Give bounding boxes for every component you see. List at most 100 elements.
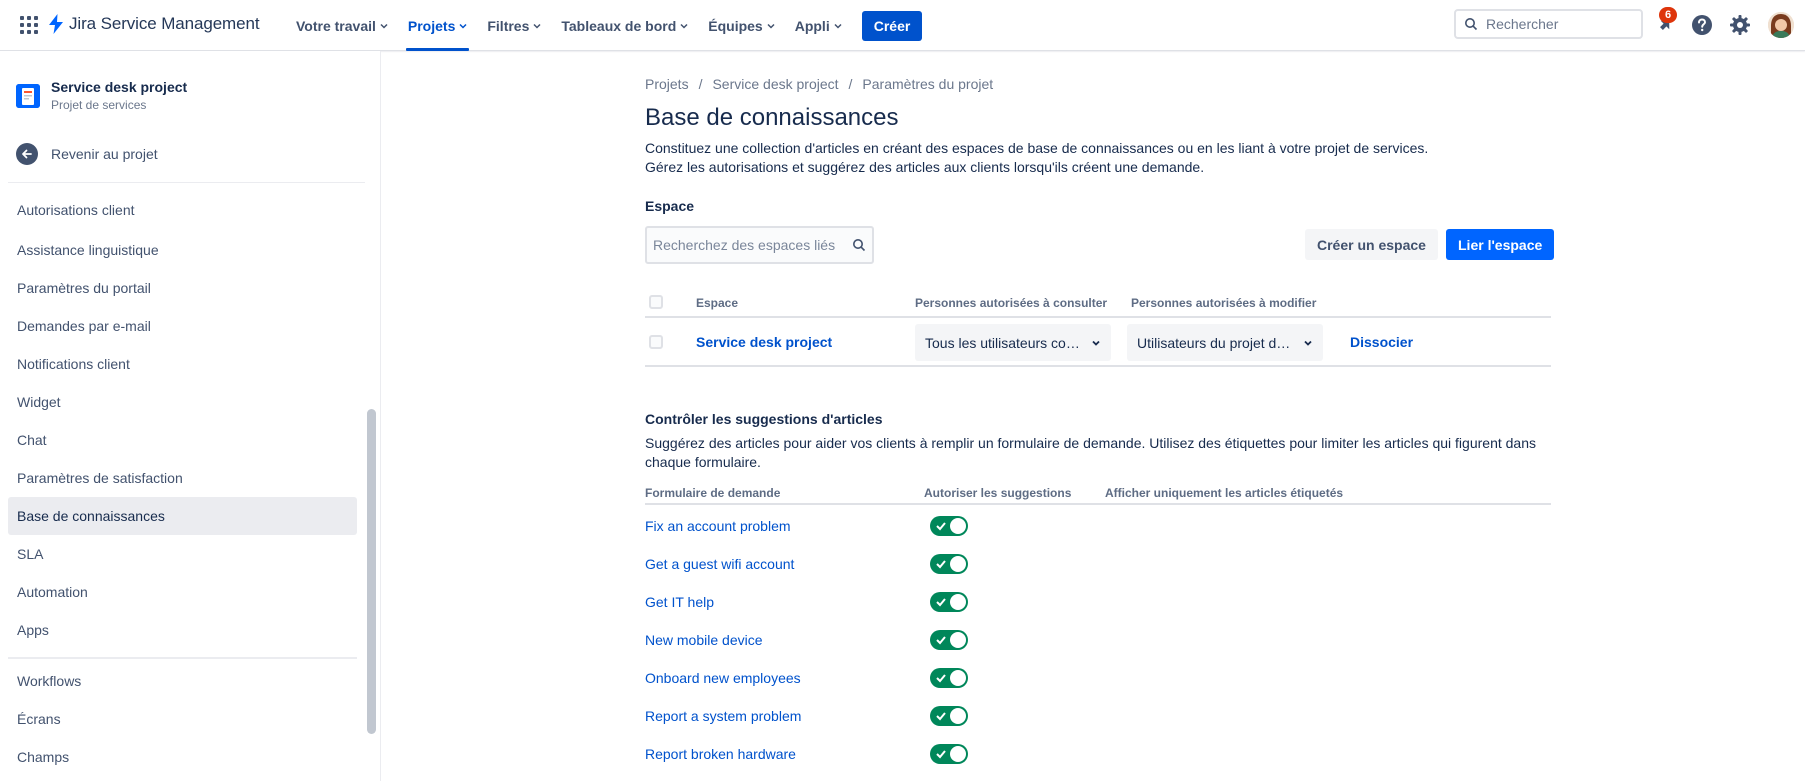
description-line: Gérez les autorisations et suggérez des … [645,159,1205,175]
sidebar-divider [8,657,357,659]
back-to-project-link[interactable]: Revenir au projet [16,143,158,165]
sidebar-item-customer-notifications[interactable]: Notifications client [8,345,357,383]
nav-dashboards[interactable]: Tableaux de bord [551,0,698,51]
chevron-down-icon [1092,340,1100,346]
nav-item-label: Tableaux de bord [561,17,677,34]
suggestions-description-line: chaque formulaire. [645,454,761,470]
toggle-knob [950,632,966,648]
sidebar-item-customer-permissions[interactable]: Autorisations client [8,191,357,229]
global-search-input[interactable]: Rechercher [1454,9,1643,39]
top-navigation: Jira Service Management Votre travail Pr… [0,0,1805,51]
help-button[interactable] [1690,13,1714,37]
column-header-labeled-only: Afficher uniquement les articles étiquet… [1105,486,1344,500]
request-form-link[interactable]: Get IT help [645,594,714,610]
sidebar-item-email-requests[interactable]: Demandes par e-mail [8,307,357,345]
table-row: Get IT help [645,584,1551,622]
sidebar-item-knowledge-base[interactable]: Base de connaissances [8,497,357,535]
space-search-input[interactable]: Recherchez des espaces liés [645,226,874,264]
space-search-placeholder: Recherchez des espaces liés [653,237,836,253]
description-line: Constituez une collection d'articles en … [645,140,1429,156]
product-logo[interactable]: Jira Service Management [48,12,260,36]
suggestions-toggle[interactable] [930,668,968,688]
request-form-link[interactable]: Get a guest wifi account [645,556,794,572]
request-form-link[interactable]: Fix an account problem [645,518,791,534]
sidebar-item-satisfaction-settings[interactable]: Paramètres de satisfaction [8,459,357,497]
page-title: Base de connaissances [645,104,899,131]
nav-apps[interactable]: Appli [785,0,852,51]
sidebar-item-language-support[interactable]: Assistance linguistique [8,231,357,269]
column-header-view-permissions: Personnes autorisées à consulter [915,296,1108,310]
sidebar-item-portal-settings[interactable]: Paramètres du portail [8,269,357,307]
table-row: Onboard new employees [645,660,1551,698]
sidebar-item-widget[interactable]: Widget [8,383,357,421]
table-row: Service desk project Tous les utilisateu… [645,319,1551,367]
suggestions-description: Suggérez des articles pour aider vos cli… [645,434,1550,472]
breadcrumb-project-settings[interactable]: Paramètres du projet [862,76,993,92]
toggle-knob [950,556,966,572]
breadcrumb-project[interactable]: Service desk project [712,76,838,92]
nav-your-work[interactable]: Votre travail [286,0,398,51]
sidebar-item-workflows[interactable]: Workflows [8,662,357,700]
suggestions-toggle[interactable] [930,744,968,764]
toggle-knob [950,746,966,762]
create-button[interactable]: Créer [861,10,923,41]
arrow-left-icon [16,143,38,165]
breadcrumb: Projets / Service desk project / Paramèt… [645,76,993,92]
nav-teams[interactable]: Équipes [698,0,784,51]
nav-item-label: Projets [407,17,456,34]
chevron-down-icon [459,23,467,29]
suggestions-toggle[interactable] [930,554,968,574]
column-header-space: Espace [696,296,739,310]
nav-filters[interactable]: Filtres [477,0,551,51]
request-form-link[interactable]: Report a system problem [645,708,801,724]
suggestions-title: Contrôler les suggestions d'articles [645,411,883,427]
chevron-down-icon [533,23,541,29]
nav-projects[interactable]: Projets [398,0,477,51]
column-header-edit-permissions: Personnes autorisées à modifier [1131,296,1317,310]
search-icon [853,239,866,252]
suggestions-toggle[interactable] [930,630,968,650]
check-icon [936,750,946,759]
request-form-link[interactable]: Report broken hardware [645,746,796,762]
chevron-down-icon [1304,340,1312,346]
select-all-checkbox[interactable] [649,295,663,309]
row-checkbox[interactable] [649,335,663,349]
sidebar-scrollbar[interactable] [367,409,376,734]
avatar[interactable] [1768,12,1794,38]
sidebar-item-fields[interactable]: Champs [8,738,357,776]
create-space-button[interactable]: Créer un espace [1305,229,1438,260]
request-form-link[interactable]: New mobile device [645,632,763,648]
app-switcher-icon[interactable] [20,16,38,34]
help-icon [1692,15,1712,35]
sidebar-item-apps[interactable]: Apps [8,611,357,649]
search-placeholder: Rechercher [1486,16,1559,32]
project-type: Projet de services [51,98,147,112]
chevron-down-icon [380,23,388,29]
project-header[interactable]: Service desk project Projet de services [16,79,187,112]
suggestions-toggle[interactable] [930,706,968,726]
column-header-allow-suggestions: Autoriser les suggestions [924,486,1072,500]
sidebar-item-sla[interactable]: SLA [8,535,357,573]
toggle-knob [950,670,966,686]
settings-button[interactable] [1728,13,1752,37]
suggestions-toggle[interactable] [930,592,968,612]
toggle-knob [950,594,966,610]
table-row: Fix an account problem [645,508,1551,546]
suggestions-toggle[interactable] [930,516,968,536]
column-header-request-form: Formulaire de demande [645,486,781,500]
link-space-button[interactable]: Lier l'espace [1446,229,1555,260]
search-icon [1465,18,1478,31]
primary-nav: Votre travail Projets Filtres Tableaux d… [286,0,923,51]
request-form-link[interactable]: Onboard new employees [645,670,801,686]
view-permission-select[interactable]: Tous les utilisateurs co… [915,324,1111,361]
edit-permission-select[interactable]: Utilisateurs du projet d… [1127,324,1323,361]
space-section-label: Espace [645,198,695,214]
spaces-table-header: Espace Personnes autorisées à consulter … [645,294,1551,318]
space-link[interactable]: Service desk project [696,334,832,350]
sidebar-item-automation[interactable]: Automation [8,573,357,611]
sidebar-item-chat[interactable]: Chat [8,421,357,459]
sidebar-item-screens[interactable]: Écrans [8,700,357,738]
unlink-button[interactable]: Dissocier [1350,334,1413,350]
check-icon [936,522,946,531]
breadcrumb-projects[interactable]: Projets [645,76,689,92]
